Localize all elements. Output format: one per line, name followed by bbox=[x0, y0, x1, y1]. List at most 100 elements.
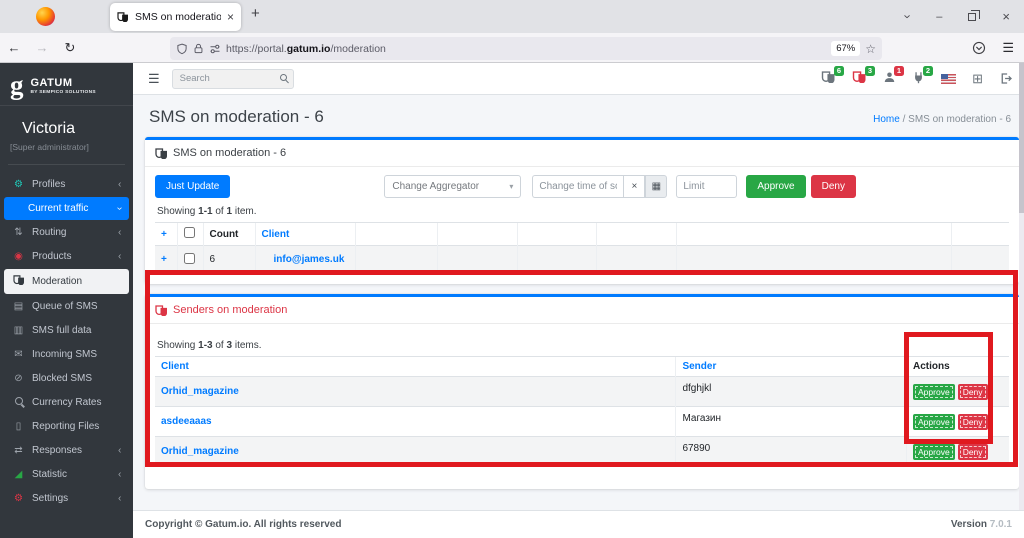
row-checkbox[interactable] bbox=[183, 252, 195, 264]
masks-icon bbox=[155, 304, 167, 316]
column-header-sender[interactable]: Sender bbox=[682, 361, 716, 372]
masks-icon bbox=[12, 274, 25, 288]
sidebar-item-incoming-sms[interactable]: ✉ Incoming SMS bbox=[4, 343, 129, 366]
chevron-left-icon: › bbox=[117, 226, 121, 238]
sender-cell: Магазин bbox=[675, 406, 907, 437]
limit-input[interactable] bbox=[676, 175, 738, 198]
approve-button[interactable]: Approve bbox=[913, 383, 955, 400]
clear-time-button[interactable]: × bbox=[623, 175, 646, 198]
sidebar-item-queue-of-sms[interactable]: ▤ Queue of SMS bbox=[4, 295, 129, 318]
forward-button[interactable]: → bbox=[28, 40, 56, 55]
deny-button[interactable]: Deny bbox=[957, 413, 988, 430]
sidebar-item-current-traffic[interactable]: Current traffic › bbox=[4, 196, 129, 220]
approve-button[interactable]: Approve bbox=[913, 413, 955, 430]
file-icon: ▯ bbox=[15, 420, 22, 432]
bookmark-star-icon[interactable]: ☆ bbox=[865, 42, 876, 56]
sms-moderation-indicator[interactable]: 6 bbox=[821, 66, 845, 86]
breadcrumb-home-link[interactable]: Home bbox=[873, 114, 900, 125]
client-link[interactable]: Orhid_magazine bbox=[161, 446, 239, 457]
reload-button[interactable]: ↻ bbox=[56, 40, 84, 56]
client-link[interactable]: asdeeaaas bbox=[161, 416, 212, 427]
client-link[interactable]: info@james.uk bbox=[274, 254, 345, 265]
caret-down-icon: ▾ bbox=[509, 182, 514, 191]
sidebar-item-responses[interactable]: ⇄ Responses › bbox=[4, 439, 129, 462]
window-minimize-button[interactable]: – bbox=[936, 11, 942, 23]
card-title: Senders on moderation bbox=[173, 304, 288, 316]
brand[interactable]: g GATUM BY SEMPICO SOLUTIONS bbox=[0, 63, 133, 106]
expand-row-button[interactable]: + bbox=[161, 254, 167, 265]
sidebar-item-currency-rates[interactable]: Currency Rates bbox=[4, 391, 129, 414]
sidebar: g GATUM BY SEMPICO SOLUTIONS Victoria [S… bbox=[0, 63, 133, 538]
senders-moderation-indicator[interactable]: 3 bbox=[852, 66, 876, 86]
app-topbar: ☰ 6 3 1 2 ⊞ bbox=[133, 63, 1024, 95]
award-icon: ◉ bbox=[14, 250, 23, 262]
change-aggregator-select[interactable]: Change Aggregator ▾ bbox=[384, 175, 522, 198]
expand-all-button[interactable]: + bbox=[161, 229, 167, 240]
page-scrollbar[interactable] bbox=[1019, 63, 1024, 510]
logout-icon[interactable] bbox=[999, 72, 1012, 85]
language-flag-us-icon[interactable] bbox=[941, 73, 957, 84]
client-link[interactable]: Orhid_magazine bbox=[161, 386, 239, 397]
shield-icon[interactable] bbox=[176, 43, 188, 55]
brand-name: GATUM bbox=[30, 76, 73, 89]
zoom-level-badge[interactable]: 67% bbox=[831, 41, 861, 56]
back-button[interactable]: ← bbox=[0, 40, 28, 55]
browser-tab[interactable]: SMS on moderation - 6 × bbox=[110, 3, 241, 31]
pocket-icon[interactable] bbox=[972, 41, 986, 55]
permissions-toggles-icon[interactable] bbox=[209, 43, 221, 55]
lock-icon[interactable] bbox=[193, 43, 204, 54]
sidebar-item-profiles[interactable]: ⚙ Profiles › bbox=[4, 173, 129, 196]
tab-close-icon[interactable]: × bbox=[227, 10, 234, 24]
chevron-down-icon: › bbox=[113, 206, 125, 210]
deny-all-button[interactable]: Deny bbox=[810, 175, 856, 198]
apps-grid-icon[interactable]: ⊞ bbox=[972, 71, 983, 87]
card-title: SMS on moderation - 6 bbox=[173, 147, 287, 159]
firefox-logo-icon[interactable] bbox=[36, 7, 55, 26]
search-input[interactable] bbox=[171, 68, 294, 89]
sidebar-item-statistic[interactable]: ◢ Statistic › bbox=[4, 463, 129, 486]
sidebar-item-moderation[interactable]: Moderation bbox=[4, 268, 129, 294]
deny-button[interactable]: Deny bbox=[957, 383, 988, 400]
table-row: Orhid_magazine 67890 Approve Deny bbox=[155, 436, 1009, 467]
change-time-input[interactable] bbox=[532, 175, 624, 198]
clients-indicator[interactable]: 1 bbox=[883, 65, 905, 87]
envelope-icon: ✉ bbox=[14, 348, 23, 360]
masks-icon bbox=[155, 147, 167, 159]
window-close-button[interactable]: × bbox=[1002, 9, 1010, 24]
sidebar-item-reporting-files[interactable]: ▯ Reporting Files bbox=[4, 415, 129, 438]
window-restore-button[interactable] bbox=[968, 9, 981, 21]
column-header-client[interactable]: Client bbox=[262, 229, 290, 240]
table-row: + 6 info@james.uk bbox=[155, 245, 1009, 274]
search-icon[interactable] bbox=[279, 73, 287, 81]
sidebar-item-settings[interactable]: ⚙ Settings › bbox=[4, 487, 129, 510]
browser-menu-icon[interactable]: ☰ bbox=[1002, 40, 1014, 56]
just-update-button[interactable]: Just Update bbox=[155, 175, 231, 198]
url-bar[interactable]: https://portal.gatum.io/moderation 67% ☆ bbox=[170, 37, 882, 60]
gears-icon: ⚙ bbox=[14, 492, 23, 504]
sidebar-item-products[interactable]: ◉ Products › bbox=[4, 245, 129, 268]
sidebar-item-routing[interactable]: ⇅ Routing › bbox=[4, 221, 129, 244]
table-row: asdeeaaas Магазин Approve Deny bbox=[155, 406, 1009, 437]
sidebar-item-sms-full-data[interactable]: ▥ SMS full data bbox=[4, 319, 129, 342]
brand-subtitle: BY SEMPICO SOLUTIONS bbox=[30, 89, 96, 95]
sidebar-divider bbox=[8, 163, 125, 165]
app-footer: Copyright © Gatum.io. All rights reserve… bbox=[133, 510, 1024, 538]
content-area: SMS on moderation - 6 Home / SMS on mode… bbox=[133, 95, 1024, 510]
sms-data-icon: ▥ bbox=[13, 324, 24, 336]
page-title: SMS on moderation - 6 bbox=[149, 107, 324, 126]
sidebar-item-blocked-sms[interactable]: ⊘ Blocked SMS bbox=[4, 367, 129, 390]
new-tab-button[interactable]: + bbox=[251, 5, 260, 22]
calendar-icon[interactable]: ▦ bbox=[645, 175, 668, 198]
chevron-left-icon: › bbox=[117, 178, 121, 190]
sidebar-toggle-icon[interactable]: ☰ bbox=[133, 71, 172, 87]
deny-button[interactable]: Deny bbox=[957, 443, 988, 460]
column-header-client[interactable]: Client bbox=[161, 361, 189, 372]
approve-all-button[interactable]: Approve bbox=[746, 175, 806, 198]
select-all-checkbox[interactable] bbox=[183, 227, 195, 238]
list-tabs-chevron-icon[interactable]: › bbox=[901, 14, 916, 18]
count-badge: 2 bbox=[922, 65, 934, 76]
sender-cell: dfghjkl bbox=[675, 376, 907, 407]
connections-indicator[interactable]: 2 bbox=[912, 65, 934, 87]
url-text[interactable]: https://portal.gatum.io/moderation bbox=[226, 43, 826, 55]
approve-button[interactable]: Approve bbox=[913, 443, 955, 460]
